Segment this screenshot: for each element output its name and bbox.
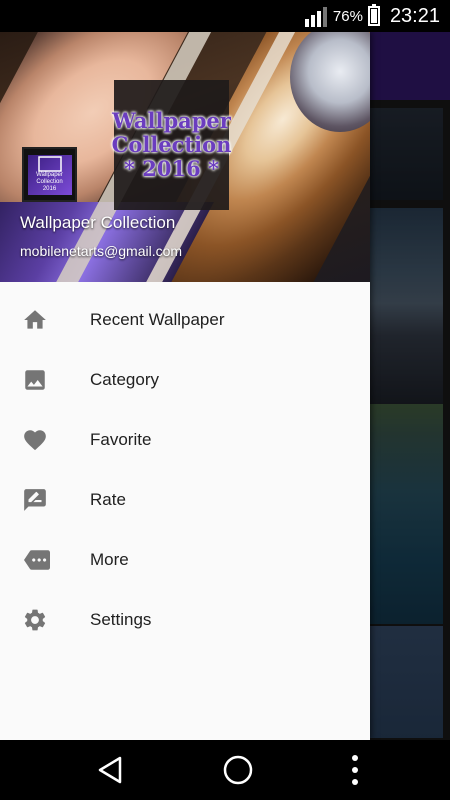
menu-item-label: Recent Wallpaper — [90, 310, 225, 329]
clock: 23:21 — [389, 4, 440, 27]
menu-item-more[interactable]: More — [0, 530, 370, 590]
battery-icon — [367, 4, 380, 26]
logo-line: Collection — [111, 132, 232, 157]
menu-item-settings[interactable]: Settings — [0, 590, 370, 650]
cast-icon — [37, 156, 62, 172]
heart-icon — [0, 427, 90, 453]
account-email: mobilenetarts@gmail.com — [20, 243, 183, 259]
status-bar: 76% 23:21 — [0, 0, 450, 32]
menu-item-favorite[interactable]: Favorite — [0, 410, 370, 470]
drawer-header: Wallpaper Collection * 2016 * Wallpaper … — [0, 32, 370, 282]
gear-icon — [0, 607, 90, 633]
home-button[interactable] — [208, 740, 268, 800]
system-nav-bar — [0, 740, 450, 800]
app-icon-text: Wallpaper — [36, 172, 63, 178]
navigation-drawer: Wallpaper Collection * 2016 * Wallpaper … — [0, 32, 370, 740]
more-tag-icon — [0, 547, 90, 573]
header-logo: Wallpaper Collection * 2016 * — [111, 80, 232, 210]
overflow-menu-button[interactable] — [335, 740, 375, 800]
menu-item-label: More — [90, 550, 129, 569]
screen: 76% 23:21 Wallpaper Collection * 2016 * — [0, 0, 450, 800]
menu-item-recent-wallpaper[interactable]: Recent Wallpaper — [0, 290, 370, 350]
home-icon — [0, 307, 90, 333]
logo-line: * 2016 * — [123, 156, 220, 181]
app-icon-text: Collection — [36, 179, 63, 185]
menu-item-label: Favorite — [90, 430, 152, 449]
menu-item-category[interactable]: Category — [0, 350, 370, 410]
back-button[interactable] — [80, 740, 140, 800]
menu-item-label: Settings — [90, 610, 152, 629]
app-title: Wallpaper Collection — [20, 213, 176, 232]
menu-item-label: Category — [90, 370, 159, 389]
rate-review-icon — [0, 487, 90, 513]
app-icon-text: 2016 — [42, 186, 57, 192]
image-icon — [0, 367, 90, 393]
home-circle-icon — [223, 755, 253, 785]
logo-line: Wallpaper — [112, 108, 231, 133]
back-icon — [98, 756, 122, 784]
app-icon: Wallpaper Collection 2016 — [22, 147, 77, 202]
overflow-menu-icon — [352, 755, 358, 785]
battery-percent: 76% — [332, 7, 363, 25]
signal-icon — [304, 5, 327, 27]
menu-item-rate[interactable]: Rate — [0, 470, 370, 530]
app-icon-graphic: Wallpaper Collection 2016 — [27, 154, 72, 195]
drawer-menu: Recent Wallpaper Category Favorite Rate — [0, 290, 370, 650]
menu-item-label: Rate — [90, 490, 126, 509]
